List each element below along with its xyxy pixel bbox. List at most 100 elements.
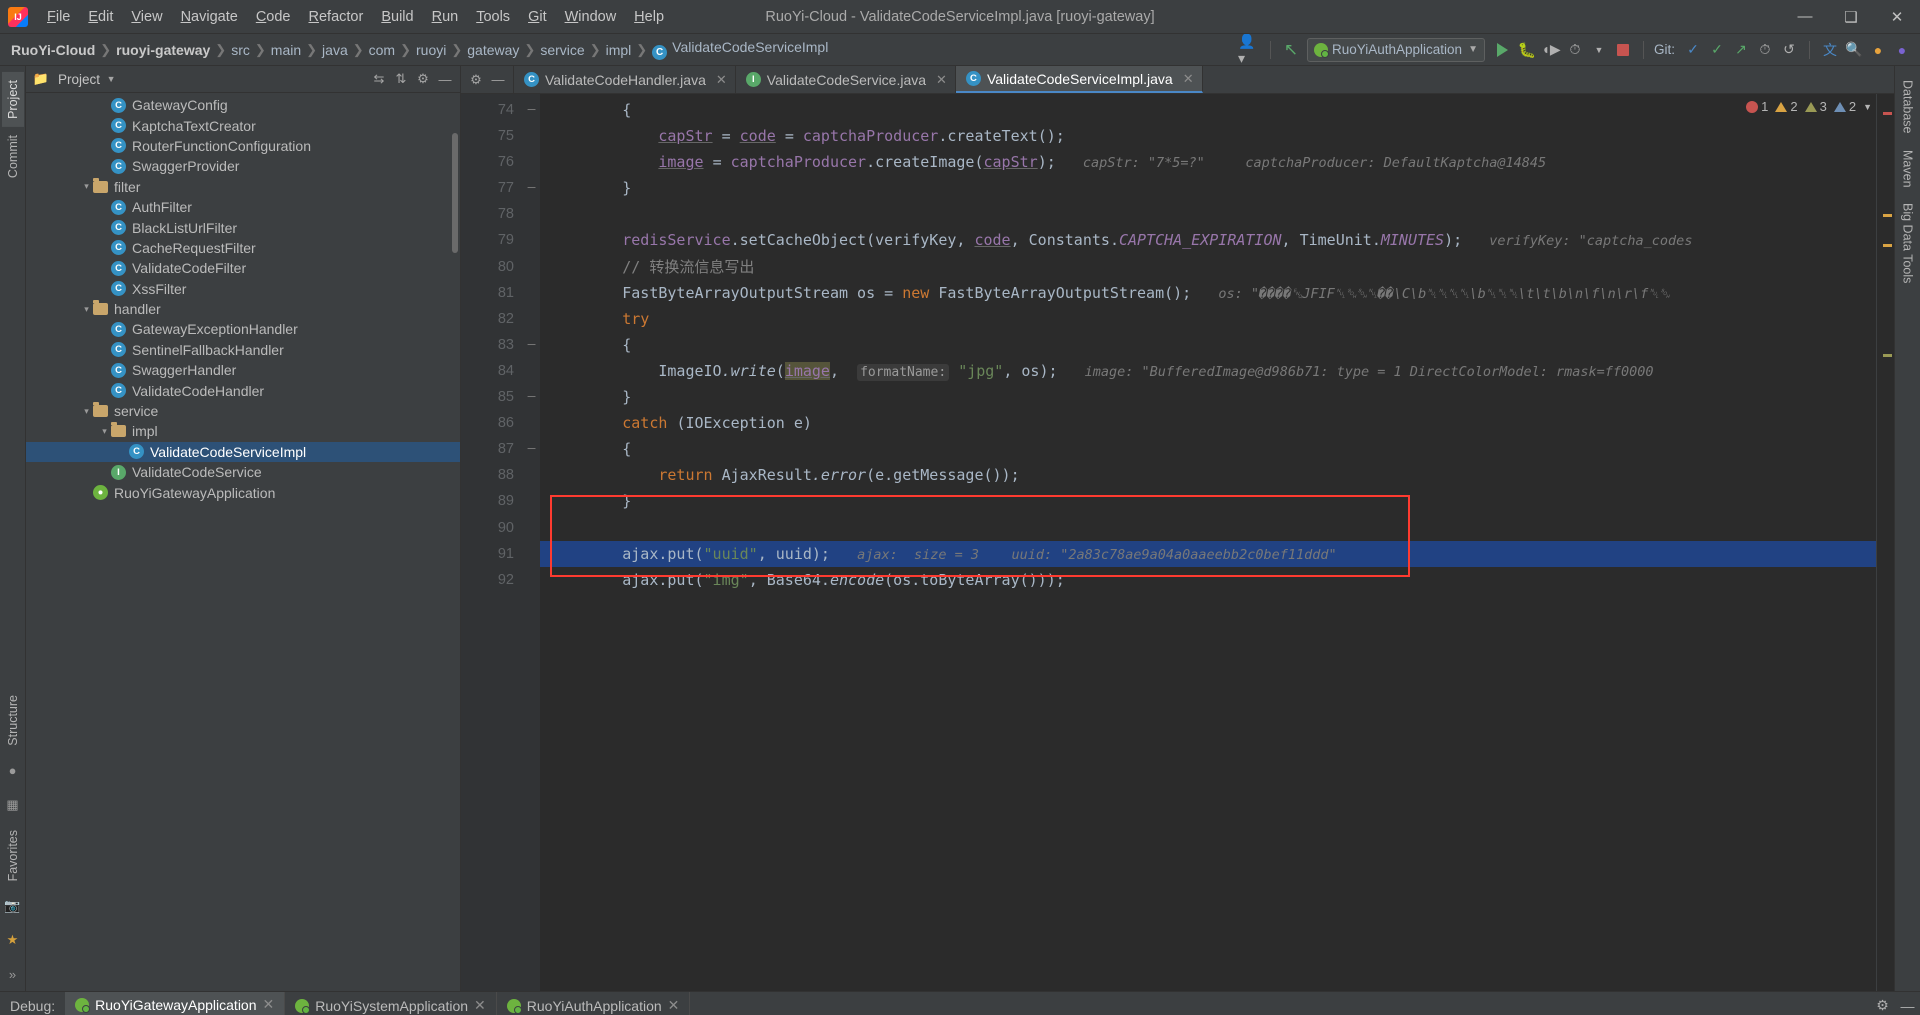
fold-marker[interactable]: [523, 488, 540, 514]
code-line[interactable]: catch (IOException e): [540, 410, 1876, 436]
search-icon[interactable]: 🔍: [1842, 39, 1866, 61]
profiler-icon[interactable]: ⏱: [1563, 39, 1587, 61]
tree-node[interactable]: C GatewayExceptionHandler: [26, 319, 460, 339]
breadcrumb-item-impl[interactable]: impl: [603, 42, 635, 58]
debug-session-tab[interactable]: RuoYiSystemApplication ✕: [285, 992, 497, 1015]
chevron-icon[interactable]: ▾: [80, 406, 93, 417]
sidebar-item-favorites[interactable]: Favorites: [2, 822, 24, 889]
close-icon[interactable]: ✕: [1183, 71, 1194, 87]
fold-marker[interactable]: ─: [523, 332, 540, 358]
close-icon[interactable]: ✕: [668, 997, 680, 1014]
menu-help[interactable]: Help: [625, 5, 673, 29]
chevron-icon[interactable]: ▾: [80, 304, 93, 315]
code-line-current[interactable]: ajax.put("uuid", uuid); ajax: size = 3 u…: [540, 540, 1876, 567]
tree-scrollbar[interactable]: [452, 133, 458, 253]
tree-node[interactable]: C SwaggerProvider: [26, 156, 460, 176]
sidebar-item-bigdata[interactable]: Big Data Tools: [1897, 195, 1919, 291]
code-line[interactable]: }: [540, 488, 1876, 514]
editor-tab-validatecodeserviceimpl[interactable]: C ValidateCodeServiceImpl.java ✕: [955, 66, 1203, 93]
back-arrow-icon[interactable]: ↖: [1279, 39, 1303, 61]
menu-run[interactable]: Run: [423, 5, 468, 29]
breadcrumb-item-ruoyi-gateway[interactable]: ruoyi-gateway: [113, 42, 213, 58]
tree-node[interactable]: C ValidateCodeHandler: [26, 380, 460, 400]
code-line[interactable]: {: [540, 436, 1876, 462]
sidebar-item-maven[interactable]: Maven: [1897, 142, 1919, 196]
tree-node[interactable]: C ValidateCodeFilter: [26, 258, 460, 278]
tree-node[interactable]: C SwaggerHandler: [26, 360, 460, 380]
git-commit-icon[interactable]: ✓: [1705, 39, 1729, 61]
collapse-all-icon[interactable]: ⇆: [368, 69, 390, 89]
gear-icon[interactable]: ⚙: [412, 69, 434, 89]
sidebar-item-structure[interactable]: Structure: [2, 687, 24, 754]
menu-build[interactable]: Build: [372, 5, 422, 29]
history-icon[interactable]: ⏱: [1753, 39, 1777, 61]
close-icon[interactable]: ✕: [936, 72, 947, 88]
menu-edit[interactable]: Edit: [79, 5, 122, 29]
translate-icon[interactable]: 文: [1818, 39, 1842, 61]
hide-panel-icon[interactable]: —: [434, 69, 456, 89]
code-line[interactable]: {: [540, 97, 1876, 123]
tree-node[interactable]: ▾ filter: [26, 177, 460, 197]
code-line[interactable]: // 转换流信息写出: [540, 254, 1876, 280]
fold-marker[interactable]: [523, 201, 540, 227]
hide-panel-icon[interactable]: —: [1895, 995, 1920, 1015]
breadcrumb-item-gateway[interactable]: gateway: [464, 42, 522, 58]
editor-right-margin[interactable]: [1876, 94, 1894, 991]
diagram-icon[interactable]: ▦: [4, 796, 22, 814]
sort-icon[interactable]: ⇅: [390, 69, 412, 89]
breadcrumb-item-service[interactable]: service: [537, 42, 587, 58]
code-line[interactable]: [540, 515, 1876, 541]
tree-node[interactable]: C RouterFunctionConfiguration: [26, 136, 460, 156]
weak-stripe-mark[interactable]: [1883, 354, 1892, 357]
left-tool-strip[interactable]: Project Commit Structure ● ▦ Favorites 📷…: [0, 66, 26, 991]
warning-badge[interactable]: 2: [1775, 99, 1798, 114]
close-icon[interactable]: ✕: [263, 996, 275, 1013]
menu-file[interactable]: File: [38, 5, 79, 29]
right-tool-strip[interactable]: Database Maven Big Data Tools: [1894, 66, 1920, 991]
fold-marker[interactable]: [523, 541, 540, 567]
fold-marker[interactable]: [523, 358, 540, 384]
plugin-icon[interactable]: ●: [1866, 39, 1890, 61]
expand-icon[interactable]: »: [4, 965, 22, 983]
sidebar-item-project[interactable]: Project: [1, 72, 24, 127]
fold-marker[interactable]: ─: [523, 436, 540, 462]
info-badge[interactable]: 2: [1833, 99, 1856, 114]
close-icon[interactable]: ✕: [716, 72, 727, 88]
debug-session-tab[interactable]: RuoYiGatewayApplication ✕: [65, 992, 286, 1015]
tree-node[interactable]: I ValidateCodeService: [26, 462, 460, 482]
code-line[interactable]: capStr = code = captchaProducer.createTe…: [540, 123, 1876, 149]
debug-session-tab[interactable]: RuoYiAuthApplication ✕: [497, 992, 691, 1015]
breadcrumb-item-ruoyi[interactable]: ruoyi: [413, 42, 449, 58]
tree-node[interactable]: C AuthFilter: [26, 197, 460, 217]
fold-marker[interactable]: [523, 462, 540, 488]
menu-refactor[interactable]: Refactor: [300, 5, 373, 29]
tree-node[interactable]: ▾ impl: [26, 421, 460, 441]
fold-marker[interactable]: [523, 123, 540, 149]
debug-session-tabs[interactable]: Debug: RuoYiGatewayApplication ✕ RuoYiSyst…: [0, 992, 1920, 1015]
chevron-down-icon[interactable]: ▼: [100, 69, 122, 89]
fold-marker[interactable]: [523, 410, 540, 436]
gear-icon[interactable]: ⚙: [465, 70, 487, 90]
code-line[interactable]: }: [540, 175, 1876, 201]
editor-tabs-actions[interactable]: ⚙ —: [461, 66, 514, 93]
fold-gutter[interactable]: ─ ─ ─ ─ ─: [523, 94, 540, 991]
maximize-button[interactable]: ❑: [1828, 0, 1874, 33]
minimize-button[interactable]: —: [1782, 0, 1828, 33]
code-line[interactable]: [540, 201, 1876, 227]
editor-tab-validatecodeservice[interactable]: I ValidateCodeService.java ✕: [736, 66, 956, 93]
camera-icon[interactable]: 📷: [4, 897, 22, 915]
code-line[interactable]: }: [540, 384, 1876, 410]
code-line[interactable]: try: [540, 306, 1876, 332]
user-icon[interactable]: 👤▾: [1238, 33, 1262, 66]
fold-marker[interactable]: ─: [523, 175, 540, 201]
run-configuration-selector[interactable]: RuoYiAuthApplication ▼: [1306, 37, 1485, 62]
code-content[interactable]: { capStr = code = captchaProducer.create…: [540, 94, 1876, 991]
menu-git[interactable]: Git: [519, 5, 556, 29]
code-line[interactable]: ImageIO.write(image, formatName: "jpg", …: [540, 358, 1876, 384]
tree-node[interactable]: ● RuoYiGatewayApplication: [26, 482, 460, 502]
tree-node[interactable]: C XssFilter: [26, 279, 460, 299]
code-line[interactable]: image = captchaProducer.createImage(capS…: [540, 149, 1876, 175]
weak-warning-badge[interactable]: 3: [1804, 99, 1827, 114]
git-push-icon[interactable]: ↗: [1729, 39, 1753, 61]
hide-panel-icon[interactable]: —: [487, 70, 509, 90]
